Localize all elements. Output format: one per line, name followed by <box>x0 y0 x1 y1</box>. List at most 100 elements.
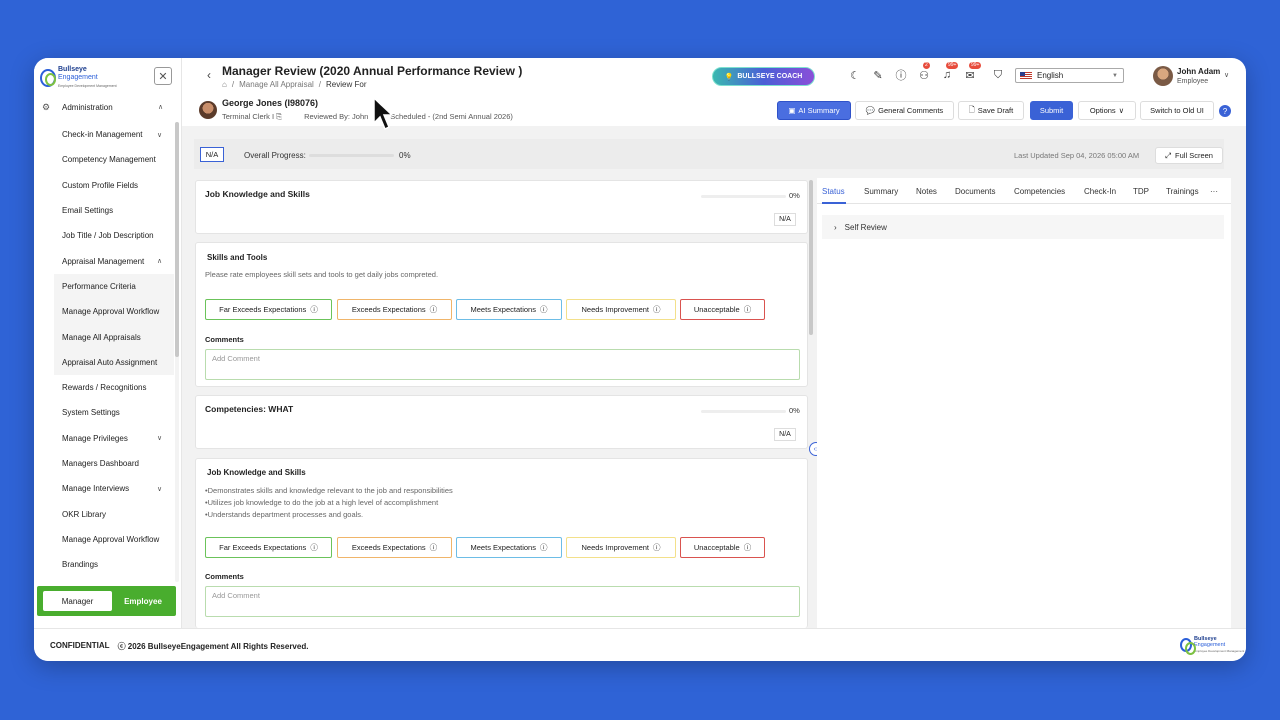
sidebar-section-administration[interactable]: ⚙ Administration ∧ <box>34 97 180 117</box>
comment-input[interactable]: Add Comment <box>205 586 800 617</box>
tab-item[interactable]: Competencies <box>1014 187 1065 196</box>
sidebar-item[interactable]: Manage Approval Workflow <box>54 299 174 325</box>
back-button[interactable]: ‹ <box>202 68 216 82</box>
rating-needs-improvement[interactable]: Needs Improvement ⓘ <box>566 537 676 558</box>
brand-logo[interactable]: Bullseye Engagement Employee Development… <box>40 66 130 90</box>
role-employee-button[interactable]: Employee <box>112 597 174 606</box>
info-icon: ⓘ <box>653 543 661 552</box>
self-review-label: Self Review <box>844 222 887 232</box>
copy-icon[interactable]: ⎘ <box>276 112 282 122</box>
active-tab-indicator <box>822 202 846 204</box>
chevron-up-icon: ∧ <box>158 104 164 111</box>
comments-label: Comments <box>205 572 244 581</box>
rating-unacceptable[interactable]: Unacceptable ⓘ <box>680 299 765 320</box>
sidebar-item-label: Competency Management <box>62 155 156 165</box>
general-comments-label: General Comments <box>878 106 944 115</box>
sidebar-item[interactable]: Job Title / Job Description <box>54 223 174 248</box>
sidebar-item[interactable]: Rewards / Recognitions <box>54 375 174 400</box>
ai-summary-button[interactable]: ▣ AI Summary <box>777 101 851 120</box>
user-avatar[interactable] <box>1153 66 1173 86</box>
save-draft-button[interactable]: 🗋 Save Draft <box>958 101 1024 120</box>
sidebar-item[interactable]: Competency Management <box>54 147 174 172</box>
edit-icon[interactable]: ✎ <box>871 68 885 82</box>
tab-item[interactable]: Trainings <box>1166 187 1199 196</box>
general-comments-button[interactable]: 💬 General Comments <box>855 101 954 120</box>
rating-far-exceeds[interactable]: Far Exceeds Expectations ⓘ <box>205 299 332 320</box>
question-description: •Demonstrates skills and knowledge relev… <box>205 486 453 519</box>
sidebar-item[interactable]: Check-in Management ∨ <box>54 122 174 147</box>
submit-button[interactable]: Submit <box>1030 101 1073 120</box>
tab-item[interactable]: TDP <box>1133 187 1149 196</box>
sidebar-item[interactable]: Manage Approval Workflow <box>54 527 174 552</box>
sidebar-item[interactable]: Brandings <box>54 552 174 577</box>
rating-exceeds[interactable]: Exceeds Expectations ⓘ <box>337 299 452 320</box>
help-icon[interactable]: ? <box>1219 105 1231 117</box>
breadcrumb-manage-all-appraisal[interactable]: Manage All Appraisal <box>239 80 314 89</box>
sidebar-item-label: Email Settings <box>62 206 114 216</box>
sidebar-scrollbar[interactable] <box>175 122 179 357</box>
bullseye-coach-button[interactable]: 💡 BULLSEYE COACH <box>712 67 815 86</box>
role-switch: Manager Employee <box>37 586 176 616</box>
rating-meets[interactable]: Meets Expectations ⓘ <box>456 299 562 320</box>
switch-old-ui-button[interactable]: Switch to Old UI <box>1140 101 1214 120</box>
chevron-down-icon: ∨ <box>157 435 163 443</box>
info-icon[interactable]: ⓘ <box>894 68 908 82</box>
sidebar-item[interactable]: OKR Library <box>54 501 174 526</box>
user-name[interactable]: John Adam <box>1177 67 1220 76</box>
sidebar-item[interactable]: Manage Privileges ∨ <box>54 426 174 451</box>
rating-needs-improvement[interactable]: Needs Improvement ⓘ <box>566 299 676 320</box>
full-screen-button[interactable]: ⤢ Full Screen <box>1155 147 1223 164</box>
rating-far-exceeds[interactable]: Far Exceeds Expectations ⓘ <box>205 537 332 558</box>
language-select[interactable]: English ▼ <box>1015 68 1124 83</box>
rating-unacceptable[interactable]: Unacceptable ⓘ <box>680 537 765 558</box>
user-menu-chevron-icon[interactable]: ∨ <box>1224 71 1229 79</box>
self-review-accordion[interactable]: › Self Review <box>822 215 1224 239</box>
sidebar-item[interactable]: Manage All Appraisals <box>54 324 174 350</box>
options-button[interactable]: Options ∨ <box>1078 101 1136 120</box>
sidebar-item[interactable]: Custom Profile Fields <box>54 173 174 198</box>
sidebar-item[interactable]: Managers Dashboard <box>54 451 174 476</box>
section-title: Competencies: WHAT <box>205 404 294 414</box>
rating-meets[interactable]: Meets Expectations ⓘ <box>456 537 562 558</box>
comment-icon: 💬 <box>865 106 876 115</box>
tab-item[interactable]: Notes <box>916 187 937 196</box>
mail-icon[interactable]: ✉ 99+ <box>963 62 982 82</box>
sidebar-item[interactable]: Email Settings <box>54 198 174 223</box>
close-sidebar-button[interactable]: ✕ <box>154 67 172 85</box>
sidebar-item-label: Custom Profile Fields <box>62 180 139 190</box>
shield-icon[interactable]: ⛉ <box>991 68 1005 82</box>
sidebar-item-label: Manage Approval Workflow <box>62 534 160 544</box>
sidebar-item[interactable]: Appraisal Auto Assignment <box>54 349 174 375</box>
role-manager-button[interactable]: Manager <box>43 591 112 611</box>
chevron-right-icon: › <box>834 222 837 232</box>
page-title: Manager Review (2020 Annual Performance … <box>222 64 523 78</box>
language-value: English <box>1037 71 1064 80</box>
sidebar-item[interactable]: Performance Criteria <box>54 273 174 300</box>
users-badge: 2 <box>923 62 930 69</box>
employee-avatar <box>199 101 217 119</box>
sidebar-item[interactable]: Manage Interviews ∨ <box>54 476 174 501</box>
question-job-knowledge: Job Knowledge and Skills •Demonstrates s… <box>195 458 808 628</box>
dark-mode-icon[interactable]: ☾ <box>848 68 862 82</box>
sidebar-item[interactable]: Appraisal Management ∧ <box>54 248 174 273</box>
users-icon[interactable]: ⚇ 2 <box>917 62 931 82</box>
tab-item[interactable]: Summary <box>864 187 898 196</box>
sidebar-item[interactable]: System Settings <box>54 400 174 425</box>
sidebar-section-label: Administration <box>62 102 113 112</box>
chevron-down-icon: ∨ <box>157 485 163 493</box>
footer-confidential: CONFIDENTIAL <box>50 641 110 650</box>
rating-exceeds[interactable]: Exceeds Expectations ⓘ <box>337 537 452 558</box>
comment-input[interactable]: Add Comment <box>205 349 800 380</box>
brand-line3: Employee Development Management <box>58 84 117 88</box>
sidebar-item-label: Managers Dashboard <box>62 459 139 468</box>
bell-icon[interactable]: ♫ 99+ <box>940 62 959 82</box>
full-screen-label: Full Screen <box>1175 151 1213 160</box>
home-icon[interactable]: ⌂ <box>222 80 227 89</box>
main-scrollbar[interactable] <box>809 180 813 335</box>
tab-item[interactable]: Documents <box>955 187 995 196</box>
ai-icon: ▣ <box>788 106 796 115</box>
notifications-badge: 99+ <box>946 62 959 69</box>
tab-item[interactable]: Check-In <box>1084 187 1116 196</box>
tab-more[interactable]: ··· <box>1210 187 1218 196</box>
tab-item[interactable]: Status <box>822 187 845 196</box>
